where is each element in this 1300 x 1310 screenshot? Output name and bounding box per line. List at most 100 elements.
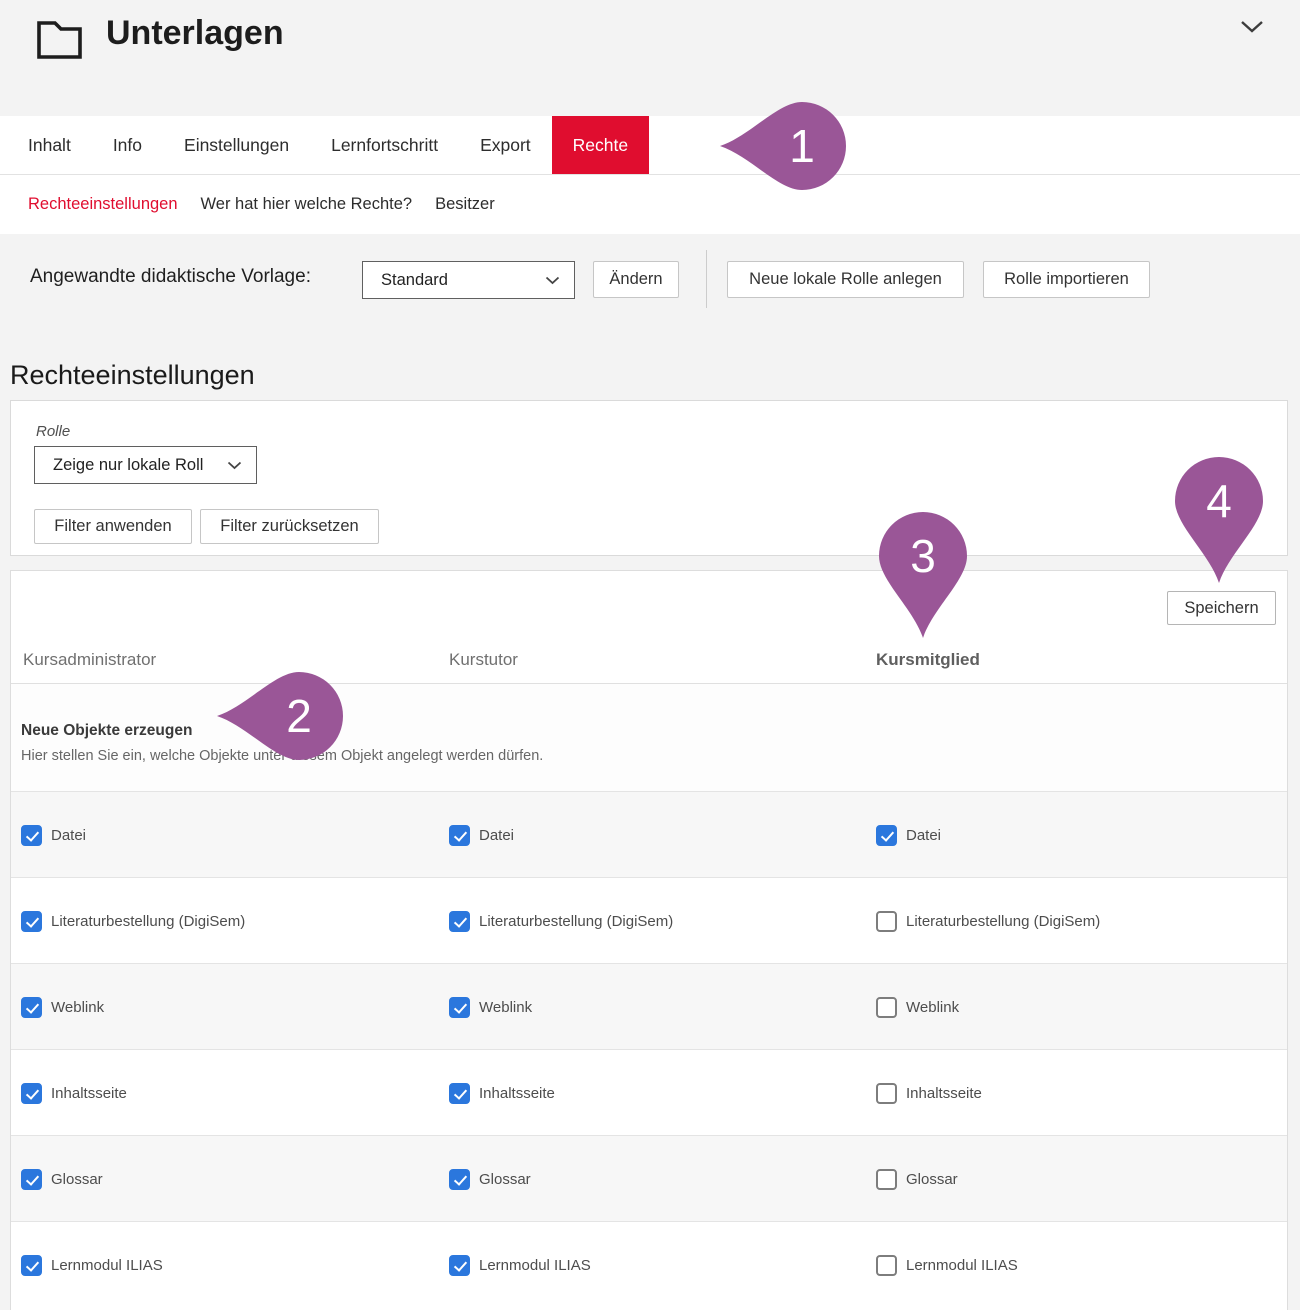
checkbox-label: Glossar (906, 1171, 958, 1188)
checkbox-kurstutor-datei[interactable] (449, 825, 470, 846)
folder-icon (33, 13, 85, 68)
checkbox-label: Datei (479, 827, 514, 844)
subtab-besitzer[interactable]: Besitzer (435, 195, 495, 214)
checkbox-kursmitglied-datei[interactable] (876, 825, 897, 846)
filter-apply-button[interactable]: Filter anwenden (34, 509, 192, 544)
annotation-number: 4 (1175, 457, 1263, 545)
subtab-rechteeinstellungen[interactable]: Rechteeinstellungen (28, 195, 178, 214)
annotation-number: 1 (758, 102, 846, 190)
checkbox-kursadministrator-literaturbestellung-digisem[interactable] (21, 911, 42, 932)
permission-cell: Lernmodul ILIAS (876, 1222, 1018, 1308)
chevron-down-icon (545, 276, 560, 285)
filter-reset-button[interactable]: Filter zurücksetzen (200, 509, 379, 544)
permission-cell: Glossar (876, 1136, 958, 1222)
checkbox-label: Datei (51, 827, 86, 844)
checkbox-kursmitglied-literaturbestellung-digisem[interactable] (876, 911, 897, 932)
new-local-role-button[interactable]: Neue lokale Rolle anlegen (727, 261, 964, 298)
role-filter-label: Rolle (36, 423, 70, 440)
subtab-bar: Rechteeinstellungen Wer hat hier welche R… (0, 175, 1300, 233)
permission-cell: Inhaltsseite (876, 1050, 982, 1136)
permission-rows: Datei Datei Datei Literaturbestellung (Digi… (11, 791, 1287, 1307)
checkbox-label: Literaturbestellung (DigiSem) (479, 913, 673, 930)
checkbox-kurstutor-glossar[interactable] (449, 1169, 470, 1190)
checkbox-label: Literaturbestellung (DigiSem) (51, 913, 245, 930)
checkbox-kurstutor-lernmodul-ilias[interactable] (449, 1255, 470, 1276)
tab-lernfortschritt[interactable]: Lernfortschritt (310, 116, 459, 174)
annotation-number: 2 (255, 672, 343, 760)
subtab-wer-hat-hier-welche-rechte[interactable]: Wer hat hier welche Rechte? (201, 195, 413, 214)
checkbox-label: Inhaltsseite (479, 1085, 555, 1102)
checkbox-label: Datei (906, 827, 941, 844)
column-header-kursadministrator: Kursadministrator (23, 650, 156, 670)
permission-cell: Literaturbestellung (DigiSem) (449, 878, 673, 964)
import-role-button[interactable]: Rolle importieren (983, 261, 1150, 298)
permission-cell: Datei (449, 792, 514, 878)
checkbox-label: Weblink (479, 999, 532, 1016)
annotation-number: 3 (879, 512, 967, 600)
role-filter-select[interactable]: Zeige nur lokale Roll (34, 446, 257, 484)
checkbox-label: Lernmodul ILIAS (906, 1257, 1018, 1274)
didactic-template-select-value: Standard (381, 271, 448, 290)
permission-cell: Weblink (449, 964, 532, 1050)
checkbox-kursadministrator-inhaltsseite[interactable] (21, 1083, 42, 1104)
checkbox-label: Weblink (906, 999, 959, 1016)
table-row-glossar: Glossar Glossar Glossar (11, 1135, 1287, 1221)
checkbox-label: Glossar (479, 1171, 531, 1188)
table-row-inhaltsseite: Inhaltsseite Inhaltsseite Inhaltsseite (11, 1049, 1287, 1135)
permission-cell: Lernmodul ILIAS (449, 1222, 591, 1308)
role-filter-select-value: Zeige nur lokale Roll (53, 456, 203, 475)
checkbox-kursmitglied-weblink[interactable] (876, 997, 897, 1018)
page-header: Unterlagen (0, 0, 1300, 96)
checkbox-label: Glossar (51, 1171, 103, 1188)
filter-panel: Rolle Zeige nur lokale Roll Filter anwen… (10, 400, 1288, 556)
checkbox-kursmitglied-glossar[interactable] (876, 1169, 897, 1190)
column-header-kurstutor: Kurstutor (449, 650, 518, 670)
checkbox-kursmitglied-lernmodul-ilias[interactable] (876, 1255, 897, 1276)
annotation-pin-2: 2 (215, 670, 345, 762)
checkbox-label: Weblink (51, 999, 104, 1016)
checkbox-label: Lernmodul ILIAS (479, 1257, 591, 1274)
checkbox-kursmitglied-inhaltsseite[interactable] (876, 1083, 897, 1104)
tab-inhalt[interactable]: Inhalt (7, 116, 92, 174)
new-objects-section: Neue Objekte erzeugen Hier stellen Sie e… (11, 684, 1287, 791)
checkbox-kurstutor-literaturbestellung-digisem[interactable] (449, 911, 470, 932)
permission-cell: Inhaltsseite (449, 1050, 555, 1136)
didactic-template-label: Angewandte didaktische Vorlage: (30, 266, 311, 288)
checkbox-kursadministrator-weblink[interactable] (21, 997, 42, 1018)
permission-cell: Literaturbestellung (DigiSem) (21, 878, 245, 964)
checkbox-kurstutor-weblink[interactable] (449, 997, 470, 1018)
permission-cell: Lernmodul ILIAS (21, 1222, 163, 1308)
chevron-down-icon (227, 461, 242, 470)
tab-export[interactable]: Export (459, 116, 552, 174)
column-header-row: Kursadministrator Kurstutor Kursmitglied (11, 571, 1287, 684)
tab-info[interactable]: Info (92, 116, 163, 174)
tab-bar: InhaltInfoEinstellungenLernfortschrittEx… (0, 116, 1300, 175)
checkbox-label: Inhaltsseite (906, 1085, 982, 1102)
permission-cell: Weblink (876, 964, 959, 1050)
vertical-divider (706, 250, 707, 308)
chevron-down-icon[interactable] (1240, 20, 1264, 39)
permission-cell: Glossar (449, 1136, 531, 1222)
tab-navigation: InhaltInfoEinstellungenLernfortschrittEx… (0, 116, 1300, 234)
table-row-datei: Datei Datei Datei (11, 791, 1287, 877)
checkbox-kursadministrator-glossar[interactable] (21, 1169, 42, 1190)
table-row-weblink: Weblink Weblink Weblink (11, 963, 1287, 1049)
annotation-pin-1: 1 (718, 100, 848, 192)
annotation-pin-4: 4 (1173, 455, 1265, 585)
permissions-heading: Rechteeinstellungen (10, 360, 255, 391)
tab-einstellungen[interactable]: Einstellungen (163, 116, 310, 174)
new-objects-title: Neue Objekte erzeugen (21, 722, 192, 740)
permissions-table: Speichern Kursadministrator Kurstutor Ku… (10, 570, 1288, 1310)
change-template-button[interactable]: Ändern (593, 261, 679, 298)
checkbox-kurstutor-inhaltsseite[interactable] (449, 1083, 470, 1104)
permission-cell: Inhaltsseite (21, 1050, 127, 1136)
column-header-kursmitglied: Kursmitglied (876, 650, 980, 670)
checkbox-label: Inhaltsseite (51, 1085, 127, 1102)
didactic-template-select[interactable]: Standard (362, 261, 575, 299)
checkbox-kursadministrator-datei[interactable] (21, 825, 42, 846)
table-row-literaturbestellung-digisem: Literaturbestellung (DigiSem) Literaturbe… (11, 877, 1287, 963)
checkbox-kursadministrator-lernmodul-ilias[interactable] (21, 1255, 42, 1276)
tab-rechte[interactable]: Rechte (552, 116, 649, 174)
table-row-lernmodul-ilias: Lernmodul ILIAS Lernmodul ILIAS Lernmodul … (11, 1221, 1287, 1307)
checkbox-label: Literaturbestellung (DigiSem) (906, 913, 1100, 930)
